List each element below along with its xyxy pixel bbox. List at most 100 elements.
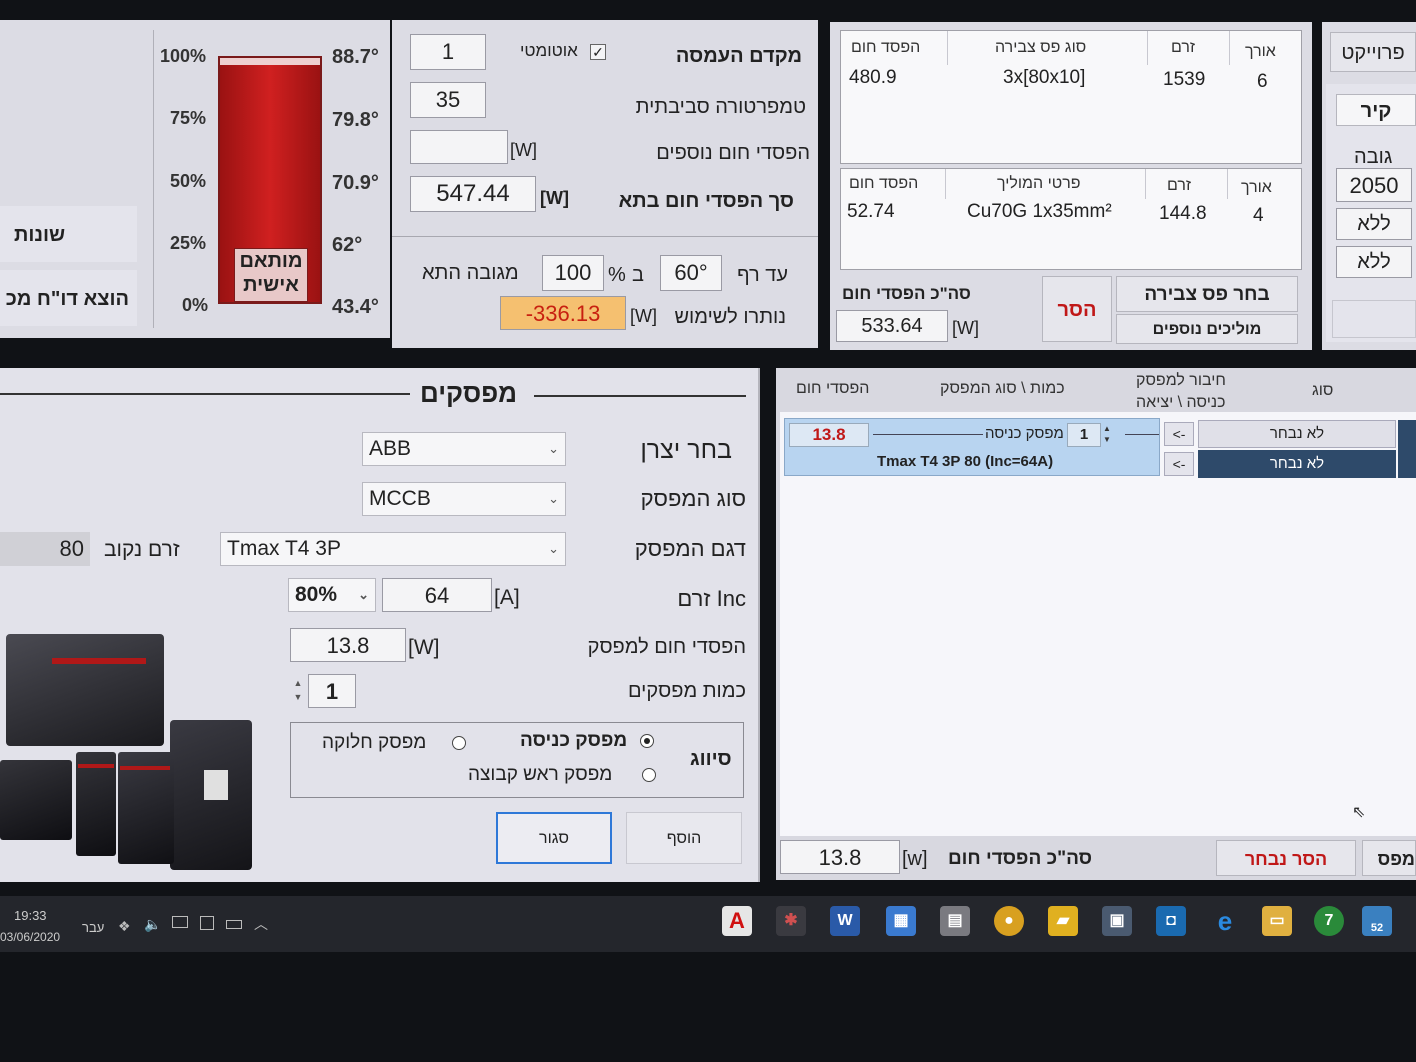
cond-hdr-current: זרם	[1167, 177, 1192, 194]
qty-stepper[interactable]: ▲ ▼	[290, 676, 306, 706]
incoming-label: מפסק כניסה	[520, 730, 628, 751]
manufacturer-select[interactable]: ABB ⌄	[362, 432, 566, 466]
remove-selected-button[interactable]: הסר נבחר	[1216, 840, 1356, 876]
badge-line2: אישית	[243, 274, 299, 296]
calendar-icon[interactable]: ▦	[886, 906, 916, 936]
chevron-up-icon[interactable]: ︿	[254, 914, 268, 934]
chevron-down-icon: ⌄	[548, 441, 559, 456]
app-icon[interactable]: ◘	[1156, 906, 1186, 936]
list-row[interactable]: 13.8 מפסק כניסה 1 ▲ ▼ Tmax T4 3P 80 (Inc=…	[784, 418, 1160, 476]
group-head-label: מפסק ראש קבוצה	[468, 764, 613, 785]
model-select[interactable]: Tmax T4 3P ⌄	[220, 532, 566, 566]
busbar-hdr-type: סוג פס צבירה	[995, 39, 1087, 56]
app-icon[interactable]: 7	[1314, 906, 1344, 936]
various-button[interactable]: שונות	[0, 206, 137, 262]
export-report-button[interactable]: הוצא דו"ח מכ	[0, 270, 137, 326]
manufacturer-value: ABB	[369, 437, 412, 460]
extra-loss-input[interactable]	[410, 130, 508, 164]
until-input[interactable]: 60°	[660, 255, 722, 291]
percent-sign: %	[608, 264, 626, 286]
busbar-cell-loss: 480.9	[849, 67, 897, 88]
edge-icon[interactable]: e	[1210, 906, 1240, 936]
row-qty-field[interactable]: 1	[1067, 423, 1101, 447]
ambient-input[interactable]: 35	[410, 82, 486, 118]
extra-conductors-button[interactable]: מוליכים נוספים	[1116, 314, 1298, 344]
blank-strip-button[interactable]	[1332, 300, 1416, 338]
pct-tick: 100%	[160, 46, 207, 66]
choose-busbar-button[interactable]: בחר פס צבירה	[1116, 276, 1298, 312]
incoming-radio[interactable]	[640, 734, 654, 748]
connect-select-cut[interactable]	[1398, 420, 1416, 478]
row-loss-field: 13.8	[789, 423, 869, 447]
chrome-icon[interactable]: ●	[994, 906, 1024, 936]
store-icon[interactable]: ▣	[1102, 906, 1132, 936]
breaker-type-select[interactable]: MCCB ⌄	[362, 482, 566, 516]
add-button[interactable]: הוסף	[626, 812, 742, 864]
network-icon[interactable]	[172, 916, 188, 928]
pct-tick: 0%	[182, 295, 209, 315]
percent-input[interactable]: 100	[542, 255, 604, 291]
language-indicator[interactable]: עבר	[82, 920, 104, 935]
list-hdr-kind: סוג	[1312, 382, 1334, 399]
outgoing-label: מפסק חלוקה	[322, 732, 427, 753]
app-icon[interactable]: ✱	[776, 906, 806, 936]
height-label: מגובה התא	[422, 262, 519, 284]
none-field-2[interactable]: ללא	[1336, 246, 1412, 278]
breaker-type-value: MCCB	[369, 487, 431, 510]
project-button[interactable]: פרוייקט	[1330, 32, 1416, 72]
word-icon[interactable]: W	[830, 906, 860, 936]
pct-tick: 50%	[170, 171, 207, 191]
height-strip-input[interactable]: 2050	[1336, 168, 1412, 202]
clock-date[interactable]: 03/06/2020	[0, 930, 60, 944]
inc-unit: [A]	[494, 586, 520, 609]
busbar-hdr-line	[947, 31, 948, 65]
list-total-label: סה"כ הפסדי חום	[948, 848, 1093, 869]
inc-current-input[interactable]: 64	[382, 578, 492, 612]
busbar-total-unit: [W]	[952, 318, 979, 338]
wall-button[interactable]: קיר	[1336, 94, 1416, 126]
load-factor-input[interactable]: 1	[410, 34, 486, 70]
row-qty-stepper[interactable]: ▲ ▼	[1103, 423, 1117, 447]
temp-tick: 88.7°	[332, 46, 379, 68]
chevron-down-icon: ⌄	[548, 491, 559, 506]
busbar-total-label: סה"כ הפסדי חום	[842, 284, 971, 303]
cond-cell-length: 4	[1253, 205, 1264, 226]
close-button[interactable]: סגור	[496, 812, 612, 864]
list-total-field: 13.8	[780, 840, 900, 874]
busbar-hdr-line	[1147, 31, 1148, 65]
sticky-notes-icon[interactable]: ▰	[1048, 906, 1078, 936]
classification-label: סיווג	[690, 748, 732, 770]
inc-percent-value: 80%	[295, 583, 338, 606]
notification-icon[interactable]	[200, 916, 214, 930]
title-line-right	[534, 395, 746, 397]
qty-label: כמות מפסקים	[627, 680, 746, 702]
outgoing-radio[interactable]	[452, 736, 466, 750]
breaker-loss-label: הפסדי חום למפסק	[587, 636, 746, 658]
clock-time[interactable]: 19:33	[14, 908, 47, 923]
mail-icon[interactable]: 52	[1362, 906, 1392, 936]
autocad-icon[interactable]: A	[722, 906, 752, 936]
pct-tick: 25%	[170, 233, 207, 253]
qty-input[interactable]: 1	[308, 674, 356, 708]
connect-select-1[interactable]: לא נבחר	[1198, 420, 1396, 448]
battery-icon[interactable]	[226, 920, 242, 929]
connect-select-2[interactable]: לא נבחר	[1198, 450, 1396, 478]
volume-icon[interactable]: 🔈	[144, 916, 161, 933]
inc-percent-select[interactable]: 80% ⌄	[288, 578, 376, 612]
none-field-1[interactable]: ללא	[1336, 208, 1412, 240]
file-explorer-icon[interactable]: ▭	[1262, 906, 1292, 936]
group-head-radio[interactable]	[642, 768, 656, 782]
arrow-left-button[interactable]: <-	[1164, 452, 1194, 476]
dropbox-icon[interactable]: ❖	[118, 918, 131, 935]
breaker-red-stripe	[52, 658, 146, 664]
temp-tick: 79.8°	[332, 109, 379, 131]
remove-busbar-button[interactable]: הסר	[1042, 276, 1112, 342]
height-strip-label: גובה	[1354, 146, 1393, 168]
cond-cell-loss: 52.74	[847, 201, 895, 222]
cut-off-button[interactable]: מפס	[1362, 840, 1416, 876]
calculator-icon[interactable]: ▤	[940, 906, 970, 936]
list-total-unit: [w]	[902, 848, 928, 870]
arrow-left-button[interactable]: <-	[1164, 422, 1194, 446]
auto-checkbox[interactable]: ✓	[590, 44, 606, 60]
heat-divider	[392, 236, 818, 237]
